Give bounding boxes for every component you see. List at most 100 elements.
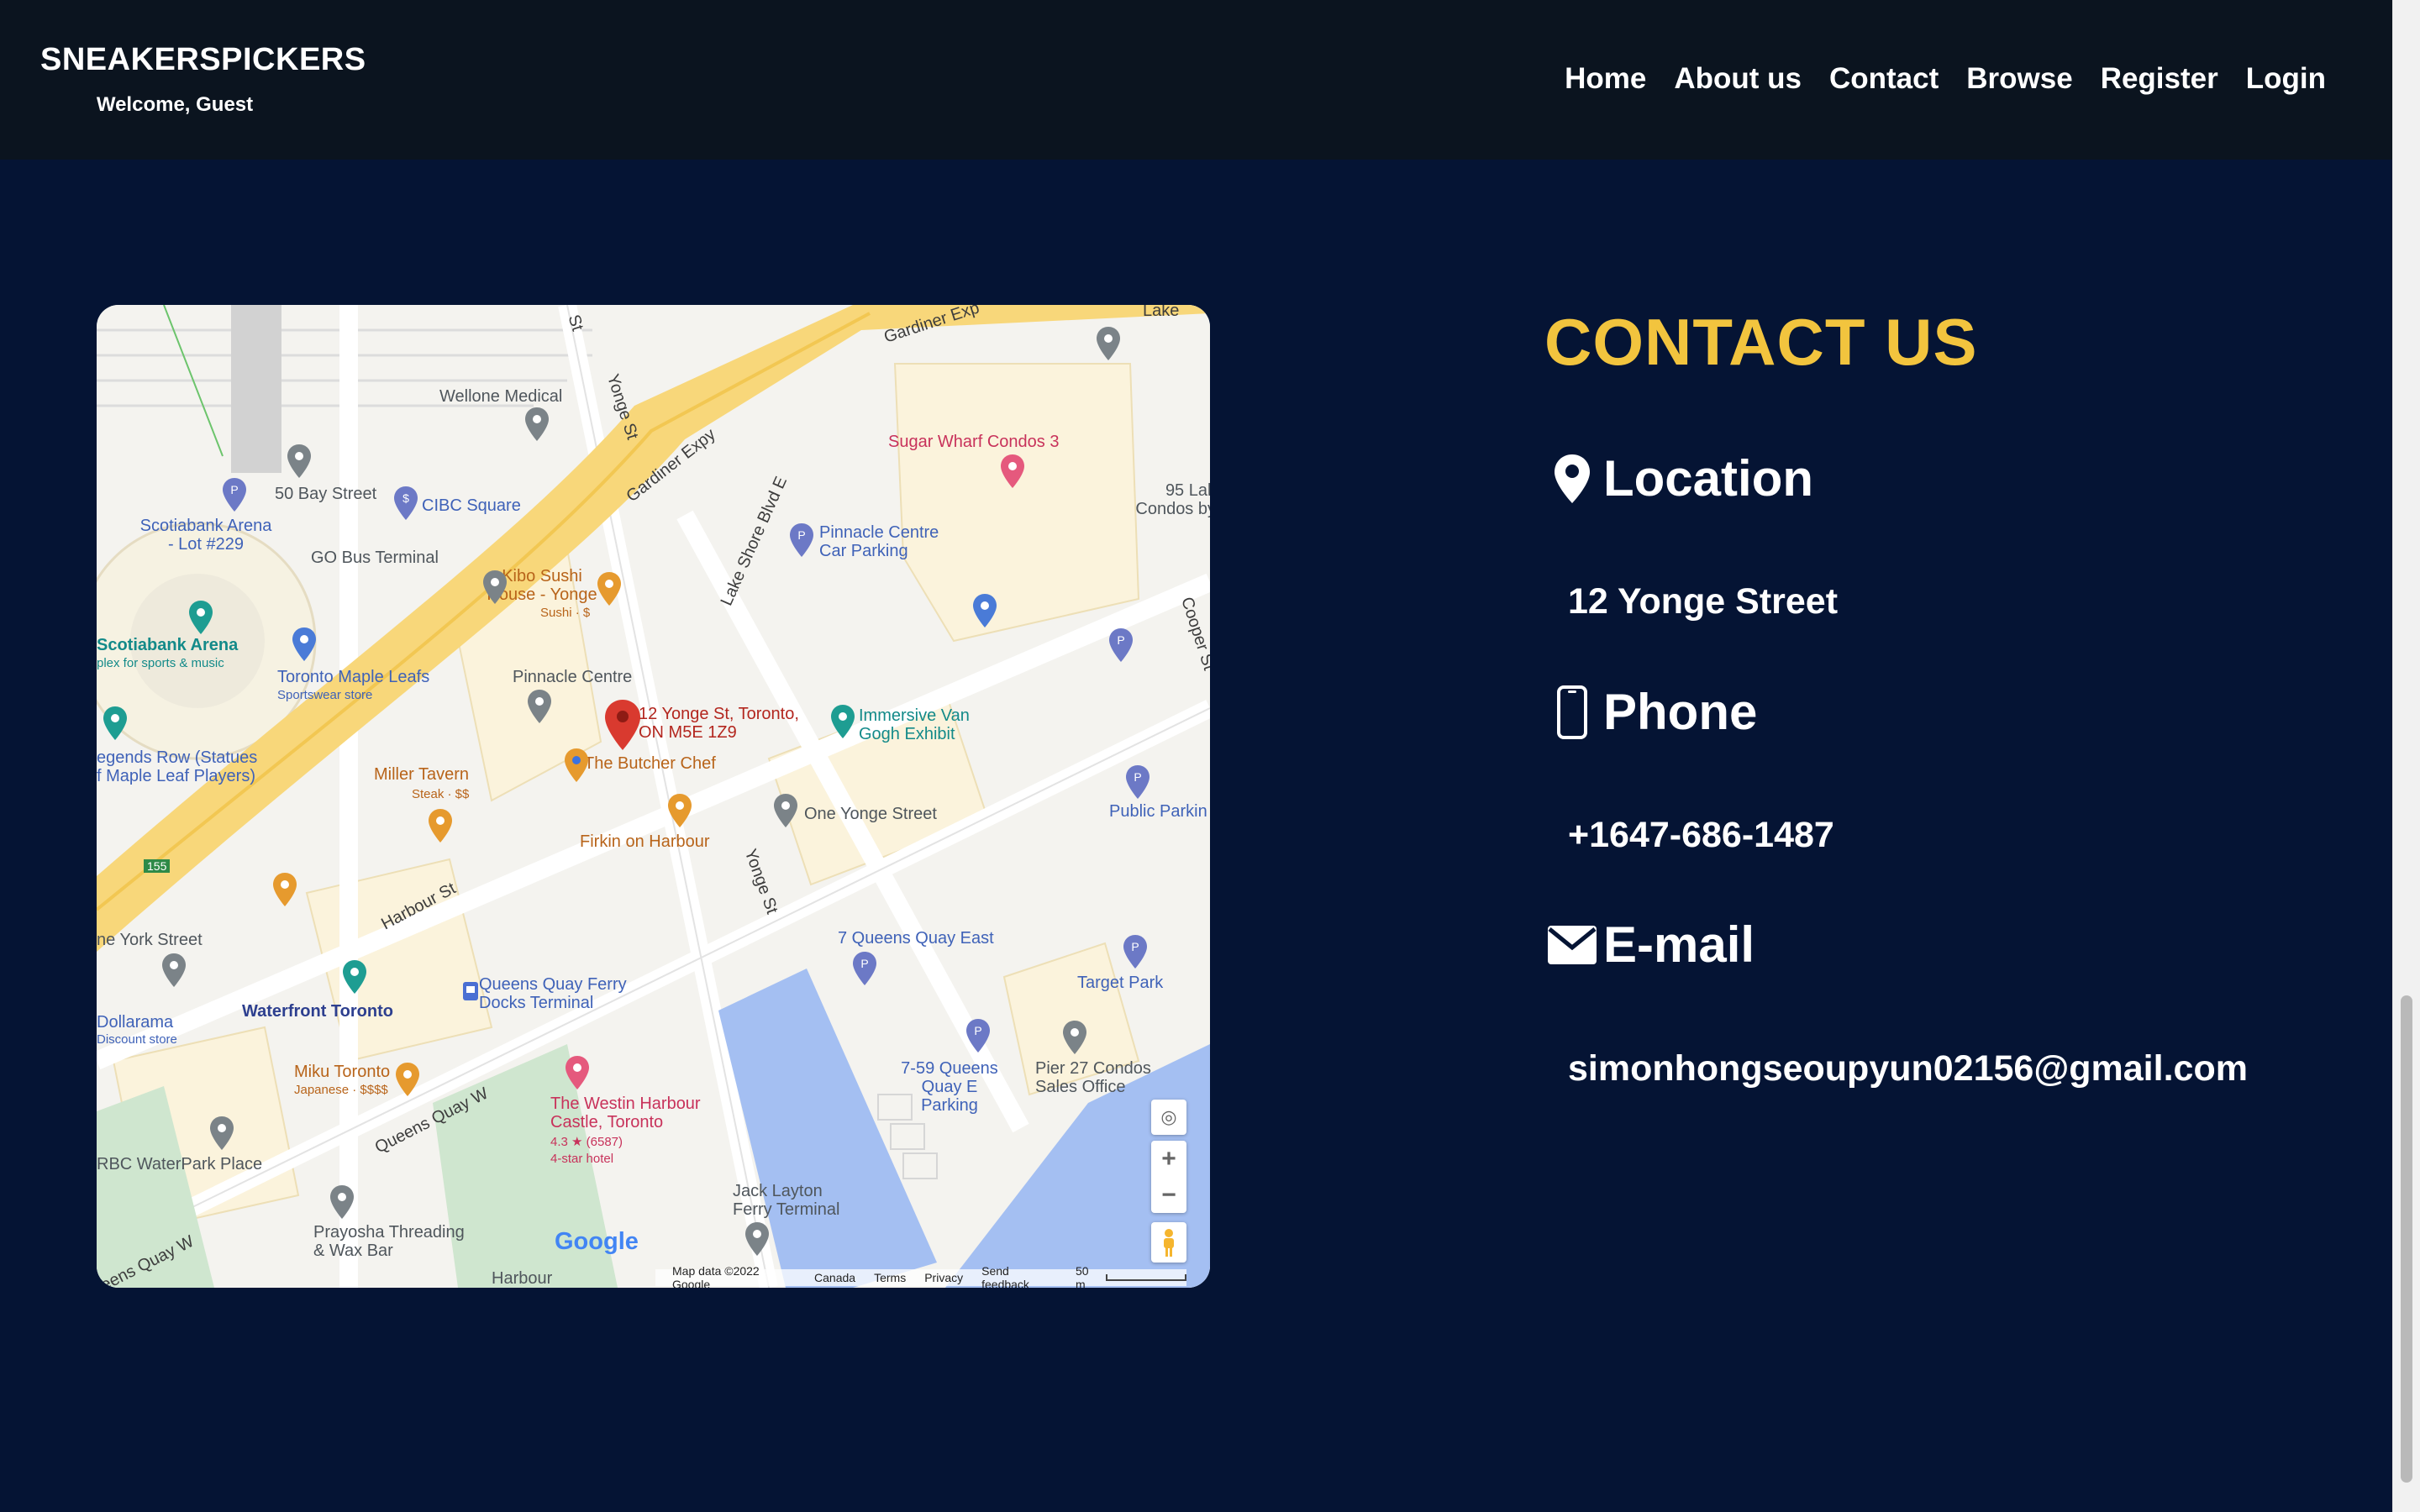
place-immersive[interactable]: Immersive Van Gogh Exhibit xyxy=(859,706,993,743)
place-pier27[interactable]: Pier 27 Condos Sales Office xyxy=(1035,1059,1161,1096)
svg-text:P: P xyxy=(797,528,805,542)
parking-marker-icon[interactable]: P xyxy=(1109,628,1133,662)
place-scotia-arena[interactable]: Scotiabank Arena xyxy=(97,636,238,654)
street-view-pegman-icon[interactable] xyxy=(1151,1222,1186,1263)
phone-value[interactable]: +1647-686-1487 xyxy=(1568,815,1834,856)
attraction-marker-icon[interactable] xyxy=(189,601,213,634)
parking-marker-icon[interactable]: P xyxy=(790,523,813,557)
nav-contact[interactable]: Contact xyxy=(1829,62,1939,96)
poi-marker-icon[interactable] xyxy=(525,407,549,441)
attraction-marker-icon[interactable] xyxy=(343,960,366,994)
poi-marker-icon[interactable] xyxy=(210,1116,234,1150)
nav-browse[interactable]: Browse xyxy=(1966,62,2072,96)
my-location-button[interactable]: ◎ xyxy=(1151,1100,1186,1135)
place-legends[interactable]: egends Row (Statues f Maple Leaf Players… xyxy=(97,748,265,785)
email-value[interactable]: simonhongseoupyun02156@gmail.com xyxy=(1568,1048,2248,1089)
place-waterfront[interactable]: Waterfront Toronto xyxy=(242,1002,393,1021)
map-feedback-link[interactable]: Send feedback xyxy=(981,1264,1057,1288)
place-miller[interactable]: Miller Tavern xyxy=(374,765,469,784)
restaurant-marker-icon[interactable] xyxy=(273,873,297,906)
place-york[interactable]: ne York Street xyxy=(97,931,203,949)
attraction-marker-icon[interactable] xyxy=(103,706,127,740)
place-jack-layton[interactable]: Jack Layton Ferry Terminal xyxy=(733,1182,850,1219)
place-lake95[interactable]: 95 Lak Condos by xyxy=(1123,481,1210,518)
bank-marker-icon[interactable]: $ xyxy=(394,486,418,520)
shop-marker-icon[interactable] xyxy=(973,594,997,627)
place-pinnacle-parking[interactable]: Pinnacle Centre Car Parking xyxy=(819,523,945,560)
nav-about-us[interactable]: About us xyxy=(1674,62,1802,96)
place-public-parking[interactable]: Public Parkin xyxy=(1109,802,1207,821)
nav-register[interactable]: Register xyxy=(2101,62,2218,96)
place-rbc[interactable]: RBC WaterPark Place xyxy=(97,1155,262,1173)
shop-marker-icon[interactable] xyxy=(292,627,316,661)
mobile-phone-icon xyxy=(1546,685,1598,739)
restaurant-marker-icon[interactable] xyxy=(396,1063,419,1096)
poi-marker-icon[interactable] xyxy=(774,794,797,827)
bar-marker-icon[interactable] xyxy=(668,794,692,827)
place-one-yonge[interactable]: One Yonge Street xyxy=(804,805,937,823)
place-queens7[interactable]: 7 Queens Quay East xyxy=(838,929,994,948)
poi-marker-icon[interactable] xyxy=(162,953,186,987)
map-terms-link[interactable]: Terms xyxy=(874,1271,906,1284)
place-leafs[interactable]: Toronto Maple Leafs xyxy=(277,668,429,686)
poi-marker-icon[interactable] xyxy=(483,570,507,604)
place-westin-rating: 4.3 ★ (6587) xyxy=(550,1135,623,1149)
location-label: Location xyxy=(1603,450,1813,507)
map-scale[interactable]: 50 m xyxy=(1076,1264,1186,1288)
place-butcher[interactable]: The Butcher Chef xyxy=(584,754,716,773)
place-target[interactable]: Target Park xyxy=(1077,974,1163,992)
map-scale-bar xyxy=(1105,1274,1186,1281)
restaurant-marker-icon[interactable] xyxy=(565,748,588,782)
welcome-text: Welcome, Guest xyxy=(96,93,254,116)
ferry-terminal-icon[interactable] xyxy=(463,982,478,1000)
brand-name[interactable]: SNEAKERSPICKERS xyxy=(40,42,366,78)
hotel-marker-icon[interactable] xyxy=(566,1056,589,1089)
scrollbar-thumb[interactable] xyxy=(2401,995,2412,1483)
svg-text:P: P xyxy=(1117,633,1124,647)
highway-shield: 155 xyxy=(144,859,171,873)
site-header: SNEAKERSPICKERS Welcome, Guest Home Abou… xyxy=(0,0,2393,160)
poi-marker-icon[interactable] xyxy=(287,444,311,478)
poi-marker-icon[interactable] xyxy=(330,1185,354,1219)
location-map[interactable]: Gardiner Exp Gardiner Expy Yonge St Yong… xyxy=(97,305,1210,1288)
restaurant-marker-icon[interactable] xyxy=(597,572,621,606)
zoom-out-button[interactable]: − xyxy=(1161,1177,1176,1213)
nav-login[interactable]: Login xyxy=(2246,62,2326,96)
place-bay50[interactable]: 50 Bay Street xyxy=(275,485,376,503)
place-qq759[interactable]: 7-59 Queens Quay E Parking xyxy=(891,1059,1008,1115)
restaurant-marker-icon[interactable] xyxy=(429,809,452,843)
place-prayosha[interactable]: Prayosha Threading & Wax Bar xyxy=(313,1223,473,1260)
place-cibc[interactable]: CIBC Square xyxy=(422,496,521,515)
place-wellone[interactable]: Wellone Medical xyxy=(439,387,562,406)
place-dollarama[interactable]: Dollarama xyxy=(97,1013,173,1032)
place-westin[interactable]: The Westin Harbour Castle, Toronto xyxy=(550,1095,718,1131)
hotel-marker-icon[interactable] xyxy=(1001,454,1024,488)
destination-marker-icon[interactable] xyxy=(605,700,640,750)
parking-marker-icon[interactable]: P xyxy=(1126,765,1150,799)
main-nav: Home About us Contact Browse Register Lo… xyxy=(1565,62,2326,96)
attraction-marker-icon[interactable] xyxy=(831,705,855,738)
parking-marker-icon[interactable]: P xyxy=(853,952,876,985)
map-base xyxy=(97,305,1210,1288)
parking-marker-icon[interactable]: P xyxy=(223,478,246,512)
poi-marker-icon[interactable] xyxy=(1063,1021,1086,1054)
place-miku[interactable]: Miku Toronto xyxy=(294,1063,390,1081)
place-go-bus[interactable]: GO Bus Terminal xyxy=(311,549,439,567)
nav-home[interactable]: Home xyxy=(1565,62,1646,96)
map-region-link[interactable]: Canada xyxy=(814,1271,855,1284)
poi-marker-icon[interactable] xyxy=(1097,327,1120,360)
map-data-credit: Map data ©2022 Google xyxy=(672,1264,760,1288)
place-sugar-wharf[interactable]: Sugar Wharf Condos 3 xyxy=(888,433,1059,451)
zoom-in-button[interactable]: + xyxy=(1161,1141,1176,1177)
parking-marker-icon[interactable]: P xyxy=(1123,935,1147,969)
poi-marker-icon[interactable] xyxy=(528,690,551,723)
map-privacy-link[interactable]: Privacy xyxy=(924,1271,963,1284)
place-ferry[interactable]: Queens Quay Ferry Docks Terminal xyxy=(479,975,639,1012)
place-scotia-lot[interactable]: Scotiabank Arena - Lot #229 xyxy=(139,517,273,554)
page-scrollbar[interactable] xyxy=(2392,0,2420,1512)
destination-label: 12 Yonge St, Toronto, ON M5E 1Z9 xyxy=(639,705,799,742)
parking-marker-icon[interactable]: P xyxy=(966,1019,990,1053)
poi-marker-icon[interactable] xyxy=(745,1222,769,1256)
place-pinnacle[interactable]: Pinnacle Centre xyxy=(513,668,632,686)
place-firkin[interactable]: Firkin on Harbour xyxy=(580,832,710,851)
